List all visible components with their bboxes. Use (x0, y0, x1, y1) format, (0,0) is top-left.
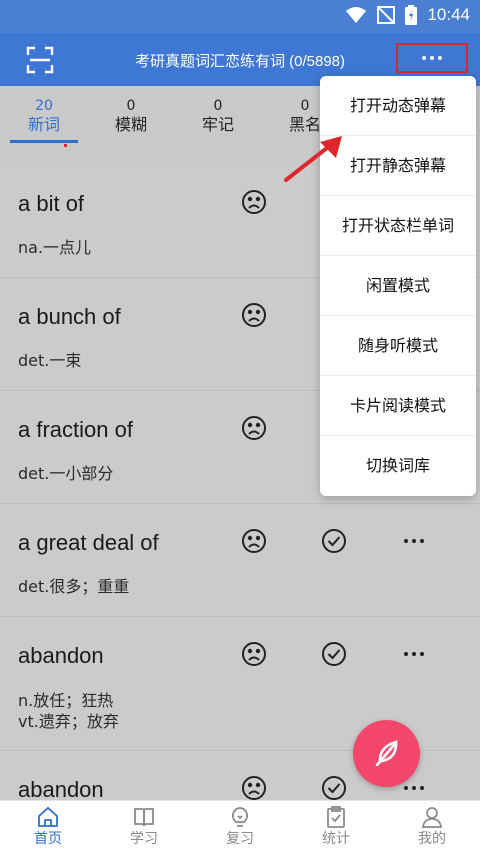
book-icon (134, 808, 154, 827)
home-icon (38, 806, 58, 827)
word-definition: vt.遗弃；放弃 (18, 712, 119, 731)
sad-face-icon[interactable] (241, 775, 267, 801)
battery-icon (405, 5, 418, 25)
check-circle-icon[interactable] (321, 641, 347, 667)
person-icon (421, 807, 443, 828)
more-dot-icon (430, 56, 434, 60)
feather-icon (375, 740, 398, 767)
bottom-nav: 首页 学习 复习 统计 我的 (0, 800, 480, 853)
menu-item-card-reading-mode[interactable]: 卡片阅读模式 (320, 376, 476, 436)
tab-count: 0 (126, 98, 136, 114)
nav-review[interactable]: 复习 (192, 805, 288, 849)
clipboard-icon (327, 806, 345, 828)
sad-face-icon[interactable] (241, 641, 267, 667)
no-signal-icon (377, 6, 396, 24)
nav-study[interactable]: 学习 (96, 805, 192, 849)
nav-profile[interactable]: 我的 (384, 805, 480, 849)
menu-item-statusbar-word[interactable]: 打开状态栏单词 (320, 196, 476, 256)
word-definition: n.放任；狂热 (18, 691, 114, 710)
tab-memorized[interactable]: 0 牢记 (178, 98, 258, 136)
nav-label: 学习 (130, 831, 158, 847)
tab-new-words[interactable]: 20 新词 (4, 98, 84, 136)
annotation-arrow-icon (284, 136, 342, 182)
word-card[interactable]: a great deal of det.很多；重重 (0, 504, 480, 617)
word-definition: det.一束 (18, 351, 82, 370)
word-definition: det.很多；重重 (18, 577, 130, 596)
tab-fuzzy[interactable]: 0 模糊 (91, 98, 171, 136)
menu-item-switch-wordbank[interactable]: 切换词库 (320, 436, 476, 496)
active-tab-indicator (10, 140, 78, 143)
add-note-button[interactable] (353, 720, 420, 787)
nav-label: 我的 (418, 831, 446, 847)
more-horizontal-icon[interactable] (401, 528, 427, 554)
tab-label: 新词 (27, 115, 60, 134)
status-time: 10:44 (427, 5, 470, 24)
wifi-icon (346, 7, 367, 23)
status-bar: 10:44 (0, 0, 480, 33)
more-dot-icon (422, 56, 426, 60)
word-definition: det.一小部分 (18, 464, 114, 483)
sad-face-icon[interactable] (241, 302, 267, 328)
word-text: a great deal of (18, 530, 159, 555)
nav-home[interactable]: 首页 (0, 805, 96, 849)
tab-count: 20 (35, 98, 53, 114)
nav-label: 首页 (34, 831, 62, 847)
tab-label: 牢记 (201, 115, 234, 134)
sad-face-icon[interactable] (241, 415, 267, 441)
more-dot-icon (438, 56, 442, 60)
nav-label: 复习 (226, 831, 254, 847)
menu-item-dynamic-danmaku[interactable]: 打开动态弹幕 (320, 76, 476, 136)
check-circle-icon[interactable] (321, 775, 347, 801)
menu-item-idle-mode[interactable]: 闲置模式 (320, 256, 476, 316)
tab-label: 模糊 (114, 115, 147, 134)
sad-face-icon[interactable] (241, 189, 267, 215)
status-icons: 10:44 (345, 5, 470, 25)
nav-statistics[interactable]: 统计 (288, 805, 384, 849)
word-definition: na.一点儿 (18, 238, 92, 257)
more-horizontal-icon[interactable] (401, 641, 427, 667)
more-options-button[interactable] (396, 43, 468, 73)
tab-count: 0 (213, 98, 223, 114)
word-text: abandon (18, 643, 104, 668)
word-text: a fraction of (18, 417, 133, 442)
word-text: a bunch of (18, 304, 121, 329)
word-text: a bit of (18, 191, 85, 216)
bulb-icon (231, 807, 249, 827)
red-dot (64, 144, 67, 147)
nav-label: 统计 (322, 831, 350, 847)
menu-item-walkman-mode[interactable]: 随身听模式 (320, 316, 476, 376)
check-circle-icon[interactable] (321, 528, 347, 554)
sad-face-icon[interactable] (241, 528, 267, 554)
